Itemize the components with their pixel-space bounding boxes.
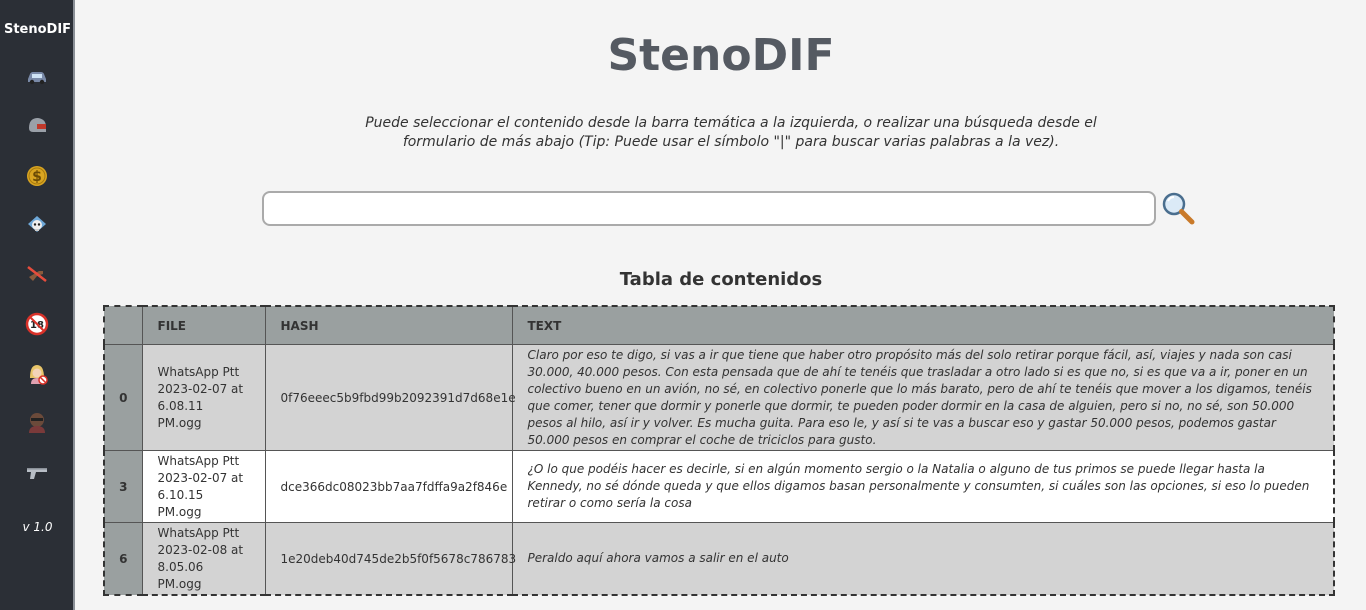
file-name-line: 6.10.15 PM.ogg	[157, 487, 204, 519]
row-index: 0	[103, 343, 143, 452]
file-name-line: WhatsApp Ptt	[157, 525, 240, 540]
search-button[interactable]	[1161, 191, 1195, 225]
magnifier-search-icon	[1162, 192, 1195, 225]
row-file: WhatsApp Ptt 2023-02-07 at 6.10.15 PM.og…	[141, 450, 266, 524]
table-header-row: FILE HASH TEXT	[103, 305, 1335, 345]
row-text: ¿O lo que podéis hacer es decirle, si en…	[511, 450, 1335, 524]
row-hash: 0f76eeec5b9fbd99b2092391d7d68e1e	[264, 343, 516, 452]
table-row[interactable]: 6 WhatsApp Ptt 2023-02-08 at 8.05.06 PM.…	[103, 522, 1335, 596]
adults-only-18-icon: 18	[25, 312, 49, 336]
masked-person-icon	[29, 413, 45, 433]
file-name-line: 6.08.11 PM.ogg	[157, 398, 204, 430]
money-icon: $	[27, 166, 47, 186]
sidebar-item-skull-bomb[interactable]	[25, 212, 49, 236]
gun-icon	[27, 468, 47, 479]
row-text: Claro por eso te digo, si vas a ir que t…	[511, 343, 1335, 452]
sidebar-item-gun[interactable]	[25, 460, 49, 484]
motorcycle-helmet-icon	[29, 118, 46, 132]
sidebar-item-masked-person[interactable]	[25, 410, 49, 434]
svg-text:$: $	[32, 169, 42, 185]
no-women-icon	[30, 365, 48, 385]
row-text: Peraldo aquí ahora vamos a salir en el a…	[511, 522, 1335, 596]
sidebar: StenoDIF $ 18 v 1.0	[0, 0, 75, 610]
car-icon	[28, 72, 46, 85]
skull-bomb-icon	[28, 216, 46, 232]
file-name-line: WhatsApp Ptt	[157, 364, 240, 379]
row-file: WhatsApp Ptt 2023-02-08 at 8.05.06 PM.og…	[141, 522, 266, 596]
app-version: v 1.0	[22, 520, 53, 534]
search-input[interactable]	[262, 191, 1156, 226]
contents-table: FILE HASH TEXT 0 WhatsApp Ptt 2023-02-07…	[103, 305, 1335, 596]
sidebar-item-no-women[interactable]	[25, 362, 49, 386]
file-name-line: 2023-02-07 at	[157, 470, 244, 485]
table-row[interactable]: 3 WhatsApp Ptt 2023-02-07 at 6.10.15 PM.…	[103, 450, 1335, 524]
column-header-text[interactable]: TEXT	[511, 305, 1335, 345]
row-index: 3	[103, 450, 143, 524]
row-hash: dce366dc08023bb7aa7fdffa9a2f846e	[264, 450, 513, 524]
column-header-hash[interactable]: HASH	[264, 305, 513, 345]
column-header-index	[103, 305, 143, 345]
file-name-line: 8.05.06 PM.ogg	[157, 559, 204, 591]
file-name-line: 2023-02-07 at	[157, 381, 244, 396]
table-row[interactable]: 0 WhatsApp Ptt 2023-02-07 at 6.08.11 PM.…	[103, 343, 1335, 452]
sidebar-item-no-weapons[interactable]	[25, 262, 49, 286]
row-index: 6	[103, 522, 143, 596]
column-header-file[interactable]: FILE	[141, 305, 266, 345]
sidebar-item-money[interactable]: $	[25, 164, 49, 188]
sidebar-brand[interactable]: StenoDIF	[0, 22, 75, 37]
sidebar-item-adults-only[interactable]: 18	[25, 312, 49, 336]
no-weapons-icon	[27, 266, 47, 282]
table-title: Tabla de contenidos	[619, 269, 823, 290]
row-hash: 1e20deb40d745de2b5f0f5678c786783	[264, 522, 516, 596]
row-file: WhatsApp Ptt 2023-02-07 at 6.08.11 PM.og…	[141, 343, 266, 452]
sidebar-item-helmet[interactable]	[25, 114, 49, 138]
intro-text: Puede seleccionar el contenido desde la …	[365, 115, 1097, 150]
file-name-line: WhatsApp Ptt	[157, 453, 240, 468]
page-title: StenoDIF	[607, 30, 835, 81]
file-name-line: 2023-02-08 at	[157, 542, 244, 557]
sidebar-item-car[interactable]	[25, 65, 49, 89]
